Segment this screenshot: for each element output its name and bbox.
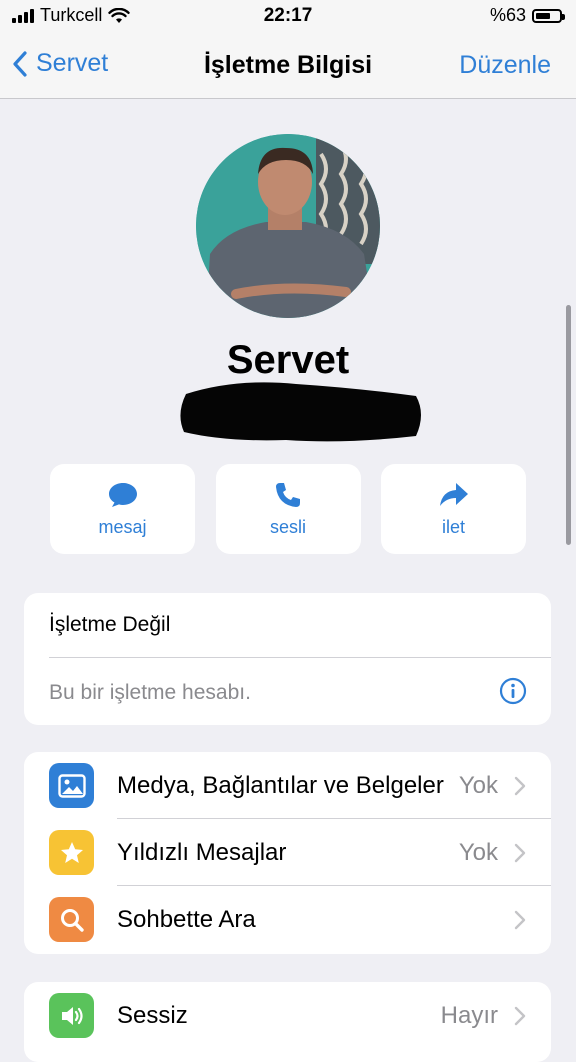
chat-options-card: Medya, Bağlantılar ve Belgeler Yok Yıldı… (24, 752, 551, 954)
profile-photo (196, 134, 380, 318)
chevron-right-icon (514, 1006, 526, 1026)
redaction-mark (180, 382, 421, 442)
phone-icon (276, 482, 300, 507)
business-status: İşletme Değil (49, 613, 171, 636)
scrollbar[interactable] (566, 305, 571, 545)
message-button[interactable]: mesaj (50, 464, 195, 554)
chevron-right-icon (514, 910, 526, 930)
message-icon (108, 482, 137, 507)
business-info-card: İşletme Değil Bu bir işletme hesabı. (24, 593, 551, 725)
action-buttons: mesaj sesli ilet (50, 464, 526, 554)
search-icon (49, 897, 94, 942)
starred-value: Yok (458, 839, 498, 866)
search-in-chat-row[interactable]: Sohbette Ara (24, 886, 551, 953)
mute-value: Hayır (440, 1002, 498, 1029)
notification-options-card: Sessiz Hayır (24, 982, 551, 1062)
info-icon[interactable] (499, 677, 527, 705)
edit-button[interactable]: Düzenle (459, 51, 551, 80)
chevron-right-icon (514, 843, 526, 863)
speaker-icon (49, 993, 94, 1038)
forward-button[interactable]: ilet (381, 464, 526, 554)
starred-label: Yıldızlı Mesajlar (117, 839, 287, 866)
mute-label: Sessiz (117, 1002, 188, 1029)
starred-messages-row[interactable]: Yıldızlı Mesajlar Yok (24, 819, 551, 886)
forward-label: ilet (441, 516, 465, 537)
star-icon (49, 830, 94, 875)
status-right: %63 (489, 5, 565, 26)
navigation-bar: Servet İşletme Bilgisi Düzenle (0, 32, 576, 99)
share-icon (439, 482, 468, 506)
media-links-docs-row[interactable]: Medya, Bağlantılar ve Belgeler Yok (24, 752, 551, 819)
voice-call-label: sesli (269, 516, 306, 537)
battery-percent: %63 (489, 5, 526, 25)
business-description: Bu bir işletme hesabı. (49, 681, 251, 704)
voice-call-button[interactable]: sesli (215, 464, 361, 554)
search-label: Sohbette Ara (117, 906, 256, 933)
divider (49, 657, 551, 658)
message-label: mesaj (98, 516, 147, 537)
avatar[interactable] (196, 134, 380, 318)
battery-icon (532, 8, 565, 23)
status-bar: Turkcell 22:17 %63 (0, 0, 576, 32)
mute-row[interactable]: Sessiz Hayır (24, 982, 551, 1049)
chevron-right-icon (514, 776, 526, 796)
photo-icon (49, 763, 94, 808)
media-value: Yok (458, 772, 498, 799)
media-label: Medya, Bağlantılar ve Belgeler (117, 772, 444, 799)
